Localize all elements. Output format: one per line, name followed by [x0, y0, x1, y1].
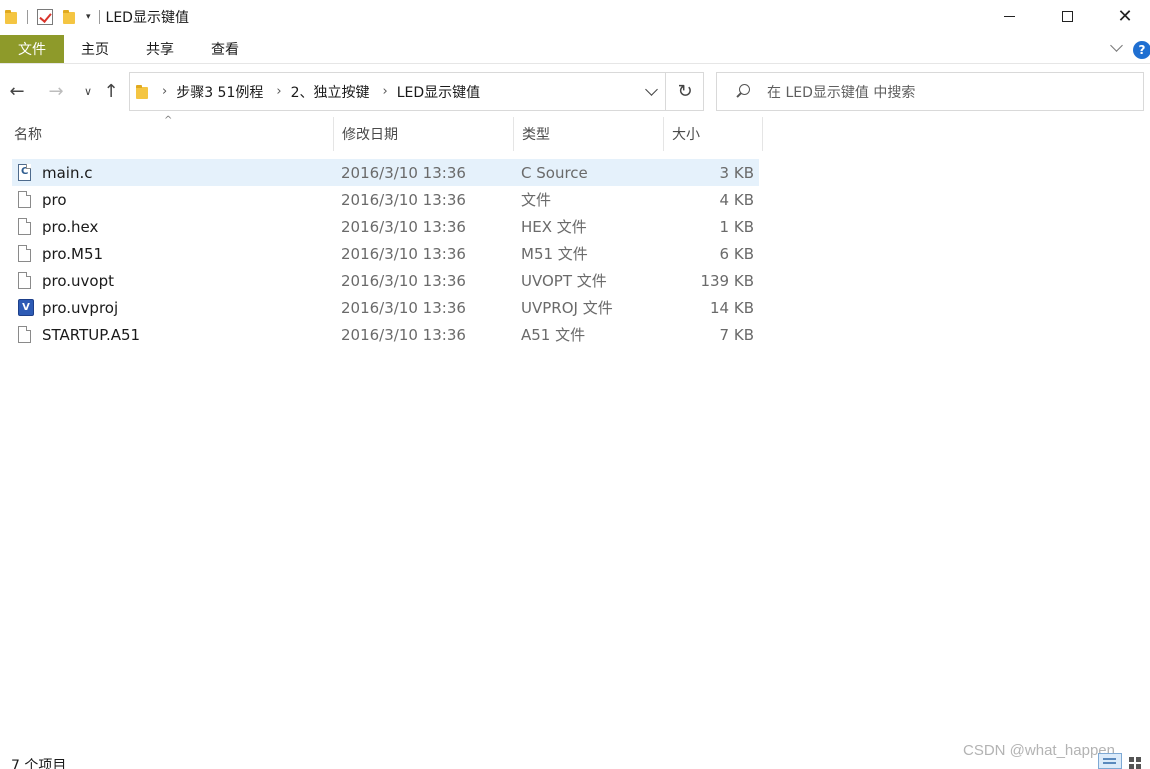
file-row[interactable]: Vpro.uvproj 2016/3/10 13:36 UVPROJ 文件 14 KB	[12, 294, 759, 321]
details-view-icon[interactable]	[1098, 753, 1122, 769]
help-icon[interactable]: ?	[1133, 41, 1150, 59]
minimize-icon	[1003, 16, 1015, 17]
file-name: pro	[42, 190, 67, 209]
chevron-down-icon	[644, 82, 658, 96]
file-size: 14 KB	[710, 298, 754, 317]
file-modified-date: 2016/3/10 13:36	[341, 244, 466, 263]
file-row[interactable]: main.c 2016/3/10 13:36 C Source 3 KB	[12, 159, 759, 186]
search-icon	[734, 83, 752, 101]
file-type: C Source	[521, 163, 588, 182]
file-modified-date: 2016/3/10 13:36	[341, 217, 466, 236]
column-header-size[interactable]: 大小	[663, 117, 763, 151]
watermark-text: CSDN @what_happen	[963, 742, 1115, 759]
file-modified-date: 2016/3/10 13:36	[341, 163, 466, 182]
search-box[interactable]: 在 LED显示键值 中搜索	[716, 72, 1144, 111]
forward-button[interactable]: →	[46, 80, 66, 102]
file-name: pro.hex	[42, 217, 99, 236]
file-row[interactable]: pro 2016/3/10 13:36 文件 4 KB	[12, 186, 759, 213]
breadcrumb-item[interactable]: 2、独立按键	[291, 82, 370, 102]
file-size: 4 KB	[719, 190, 754, 209]
file-type: HEX 文件	[521, 218, 587, 236]
toolbar-divider	[98, 9, 100, 24]
file-type: M51 文件	[521, 245, 588, 263]
breadcrumb-separator-icon[interactable]: ›	[383, 84, 388, 99]
address-bar[interactable]: › 步骤3 51例程 › 2、独立按键 › LED显示键值 ↻	[129, 72, 704, 111]
minimize-button[interactable]	[980, 0, 1038, 33]
file-type: A51 文件	[521, 326, 586, 344]
file-name: STARTUP.A51	[42, 325, 141, 344]
file-row[interactable]: STARTUP.A51 2016/3/10 13:36 A51 文件 7 KB	[12, 321, 759, 348]
search-input[interactable]: 在 LED显示键值 中搜索	[767, 82, 915, 102]
generic-file-icon	[18, 186, 34, 213]
maximize-icon	[1061, 11, 1073, 22]
tab-view[interactable]: 查看	[211, 35, 239, 63]
quick-access-toolbar: ▾	[0, 0, 106, 33]
breadcrumb-item[interactable]: 步骤3 51例程	[176, 82, 263, 102]
close-button[interactable]: ✕	[1096, 0, 1150, 33]
address-history-dropdown-button[interactable]	[638, 73, 664, 110]
expand-ribbon-chevron-icon[interactable]	[1110, 41, 1124, 55]
breadcrumb-item[interactable]: LED显示键值	[397, 82, 480, 102]
status-item-count: 7 个项目	[11, 758, 67, 769]
column-header-date[interactable]: 修改日期	[333, 117, 513, 151]
file-size: 139 KB	[700, 271, 754, 290]
tab-file[interactable]: 文件	[0, 35, 64, 63]
tab-home[interactable]: 主页	[81, 35, 109, 63]
file-modified-date: 2016/3/10 13:36	[341, 271, 466, 290]
toolbar-divider	[27, 9, 28, 24]
breadcrumb-separator-icon[interactable]: ›	[276, 84, 281, 99]
file-name: pro.uvopt	[42, 271, 115, 290]
generic-file-icon	[18, 240, 34, 267]
back-button[interactable]: ←	[7, 80, 27, 102]
refresh-icon: ↻	[677, 81, 693, 102]
file-name: pro.uvproj	[42, 298, 119, 317]
file-modified-date: 2016/3/10 13:36	[341, 325, 466, 344]
customize-toolbar-dropdown-icon[interactable]: ▾	[86, 12, 91, 22]
file-size: 7 KB	[719, 325, 754, 344]
close-icon: ✕	[1117, 6, 1133, 27]
refresh-button[interactable]: ↻	[665, 73, 704, 110]
tab-share[interactable]: 共享	[146, 35, 174, 63]
file-size: 6 KB	[719, 244, 754, 263]
generic-file-icon	[18, 267, 34, 294]
file-row[interactable]: pro.hex 2016/3/10 13:36 HEX 文件 1 KB	[12, 213, 759, 240]
recent-locations-chevron-icon[interactable]: ∨	[78, 80, 98, 102]
file-type: UVPROJ 文件	[521, 299, 613, 317]
large-icons-view-icon[interactable]	[1128, 755, 1144, 769]
file-size: 1 KB	[719, 217, 754, 236]
ribbon-tabs: 文件 主页 共享 查看 ?	[0, 35, 1150, 64]
generic-file-icon	[18, 213, 34, 240]
file-name: pro.M51	[42, 244, 104, 263]
column-header-type[interactable]: 类型	[513, 117, 663, 151]
file-modified-date: 2016/3/10 13:36	[341, 190, 466, 209]
file-row[interactable]: pro.M51 2016/3/10 13:36 M51 文件 6 KB	[12, 240, 759, 267]
file-name: main.c	[42, 163, 93, 182]
window-title: LED显示键值	[105, 9, 189, 26]
file-size: 3 KB	[719, 163, 754, 182]
properties-check-icon[interactable]	[37, 8, 53, 25]
file-row[interactable]: pro.uvopt 2016/3/10 13:36 UVOPT 文件 139 KB	[12, 267, 759, 294]
folder-icon[interactable]	[5, 9, 18, 24]
breadcrumb-separator-icon[interactable]: ›	[162, 84, 167, 99]
maximize-button[interactable]	[1038, 0, 1096, 33]
c-source-file-icon	[18, 159, 34, 186]
new-folder-icon[interactable]	[63, 9, 76, 24]
up-button[interactable]: ↑	[101, 80, 121, 102]
column-header-name[interactable]: 名称	[6, 117, 333, 151]
title-bar: ▾ LED显示键值	[0, 0, 1150, 33]
file-modified-date: 2016/3/10 13:36	[341, 298, 466, 317]
file-type: 文件	[521, 191, 552, 209]
generic-file-icon	[18, 321, 34, 348]
folder-icon	[136, 84, 149, 99]
uvision-project-icon: V	[18, 294, 34, 321]
file-type: UVOPT 文件	[521, 272, 607, 290]
